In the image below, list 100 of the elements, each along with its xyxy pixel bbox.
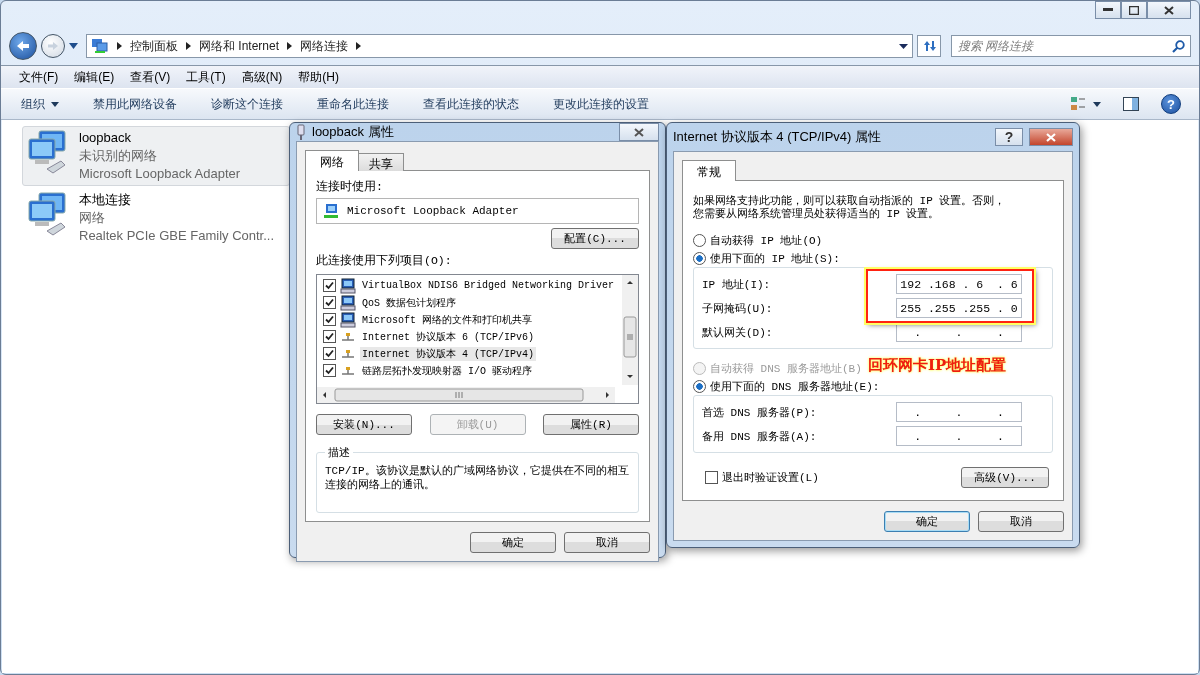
action-button[interactable]: 属性(R) <box>543 414 639 435</box>
menu-item[interactable]: 高级(N) <box>233 66 291 88</box>
field-label: 首选 DNS 服务器(P): <box>702 405 817 420</box>
description-text: TCP/IP。该协议是默认的广域网络协议，它提供在不同的相互连接的网络上的通讯。 <box>325 464 630 493</box>
ip-address-field[interactable]: 192 .168 . 6 . 6 <box>896 274 1022 294</box>
refresh-button[interactable] <box>917 35 941 57</box>
computer-icon <box>340 311 356 328</box>
connection-name: 本地连接 <box>79 191 132 209</box>
breadcrumb-item[interactable]: 控制面板 <box>130 37 178 55</box>
checkbox[interactable] <box>323 364 336 377</box>
network-adapter-icon <box>323 203 339 219</box>
field-label: IP 地址(I): <box>702 277 771 292</box>
view-options-icon[interactable] <box>1071 97 1101 111</box>
toolbar-button[interactable]: 组织 <box>19 92 61 116</box>
field-label: 默认网关(D): <box>702 325 773 340</box>
menu-item[interactable]: 查看(V) <box>122 66 179 88</box>
connection-name: loopback <box>79 129 133 147</box>
dialog-button[interactable]: 确定 <box>470 532 556 553</box>
ip-address-field[interactable]: 255 .255 .255 . 0 <box>896 298 1022 318</box>
close-icon[interactable] <box>1147 1 1191 19</box>
component-item[interactable]: Microsoft 网络的文件和打印机共享 <box>360 312 534 327</box>
forward-button[interactable] <box>41 34 65 58</box>
back-button[interactable] <box>9 32 37 60</box>
menu-item[interactable]: 编辑(E) <box>66 66 123 88</box>
breadcrumb-arrow-icon[interactable] <box>356 42 362 50</box>
breadcrumb-arrow-icon[interactable] <box>186 42 191 50</box>
adapter-name: Realtek PCIe GBE Family Contr... <box>79 227 275 245</box>
menu-item[interactable]: 工具(T) <box>178 66 234 88</box>
component-item[interactable]: Internet 协议版本 4 (TCP/IPv4) <box>360 346 537 361</box>
connection-item[interactable]: 本地连接 网络 Realtek PCIe GBE Family Contr... <box>22 188 290 248</box>
component-item[interactable]: Internet 协议版本 6 (TCP/IPv6) <box>360 329 537 344</box>
field-label: 备用 DNS 服务器(A): <box>702 429 817 444</box>
checkbox[interactable] <box>323 347 336 360</box>
breadcrumb-arrow-icon[interactable] <box>117 42 122 50</box>
dialog-title: loopback 属性 <box>312 123 394 141</box>
toolbar-button[interactable]: 更改此连接的设置 <box>551 92 651 116</box>
tab[interactable]: 网络 <box>305 150 359 171</box>
vertical-scrollbar[interactable] <box>622 275 638 385</box>
ip-address-field[interactable]: . . . <box>896 426 1022 446</box>
network-cable-icon <box>296 124 306 140</box>
minimize-icon[interactable] <box>1095 1 1121 19</box>
radio-button[interactable] <box>693 233 706 247</box>
connection-item[interactable]: loopback 未识别的网络 Microsoft Loopback Adapter <box>22 126 290 186</box>
close-icon[interactable] <box>619 123 659 141</box>
field-label: 子网掩码(U): <box>702 301 773 316</box>
radio-button[interactable] <box>693 379 706 393</box>
field-label: 此连接使用下列项目(O): <box>316 253 453 268</box>
toolbar-button[interactable]: 重命名此连接 <box>315 92 391 116</box>
component-item[interactable]: VirtualBox NDIS6 Bridged Networking Driver <box>360 280 617 291</box>
breadcrumb-item[interactable]: 网络连接 <box>300 37 349 55</box>
help-button[interactable]: ? <box>1161 94 1181 114</box>
preview-pane-icon[interactable] <box>1123 97 1139 111</box>
checkbox[interactable] <box>323 279 336 292</box>
breadcrumb-item[interactable]: 网络和 Internet <box>199 37 280 55</box>
radio-button[interactable] <box>693 251 706 265</box>
toolbar-button[interactable]: 查看此连接的状态 <box>421 92 521 116</box>
breadcrumb-arrow-icon[interactable] <box>287 42 293 50</box>
component-item[interactable]: 链路层拓扑发现映射器 I/O 驱动程序 <box>360 363 534 378</box>
advanced-button[interactable]: 高级(V)... <box>961 467 1049 488</box>
help-button[interactable]: ? <box>995 128 1023 146</box>
adapter-name: Microsoft Loopback Adapter <box>79 165 241 183</box>
connection-status: 未识别的网络 <box>79 147 158 165</box>
network-folder-icon <box>91 38 109 54</box>
adapter-name: Microsoft Loopback Adapter <box>347 205 519 217</box>
connection-status: 网络 <box>79 209 106 227</box>
search-field[interactable]: 搜索 网络连接 <box>951 35 1191 57</box>
ip-address-field[interactable]: . . . <box>896 402 1022 422</box>
arrow-icon <box>16 40 30 52</box>
computer-icon <box>340 277 356 294</box>
checkbox[interactable] <box>323 296 336 309</box>
dialog-title: Internet 协议版本 4 (TCP/IPv4) 属性 <box>673 128 882 146</box>
maximize-icon[interactable] <box>1121 1 1147 19</box>
search-icon[interactable] <box>1172 40 1185 53</box>
group-title: 描述 <box>327 446 351 460</box>
horizontal-scrollbar[interactable] <box>317 387 615 403</box>
component-item[interactable]: QoS 数据包计划程序 <box>360 295 458 310</box>
caret-icon <box>51 101 59 107</box>
checkbox-label: 退出时验证设置(L) <box>722 471 819 485</box>
checkbox[interactable] <box>323 330 336 343</box>
tab[interactable]: 常规 <box>682 160 736 181</box>
radio-label: 自动获得 DNS 服务器地址(B) <box>710 361 862 376</box>
dropdown-arrow-icon[interactable] <box>899 43 908 49</box>
dialog-button[interactable]: 取消 <box>978 511 1064 532</box>
radio-label: 自动获得 IP 地址(O) <box>710 233 823 248</box>
menu-item[interactable]: 文件(F) <box>11 66 67 88</box>
checkbox[interactable] <box>705 471 718 484</box>
action-button[interactable]: 安装(N)... <box>316 414 412 435</box>
dropdown-arrow-icon[interactable] <box>69 43 78 49</box>
toolbar-button[interactable]: 诊断这个连接 <box>209 92 285 116</box>
toolbar-button[interactable]: 禁用此网络设备 <box>91 92 179 116</box>
tab[interactable]: 共享 <box>358 153 404 171</box>
checkbox[interactable] <box>323 313 336 326</box>
menu-item[interactable]: 帮助(H) <box>290 66 347 88</box>
field-label: 连接时使用: <box>316 179 384 194</box>
intro-text: 如果网络支持此功能，则可以获取自动指派的 IP 设置。否则，您需要从网络系统管理员处获得适当的 IP 设置。 <box>693 195 1007 221</box>
configure-button[interactable]: 配置(C)... <box>551 228 639 249</box>
dialog-button[interactable]: 取消 <box>564 532 650 553</box>
dialog-button[interactable]: 确定 <box>884 511 970 532</box>
address-bar[interactable]: 控制面板 网络和 Internet 网络连接 <box>86 34 913 58</box>
arrow-icon <box>47 41 59 51</box>
